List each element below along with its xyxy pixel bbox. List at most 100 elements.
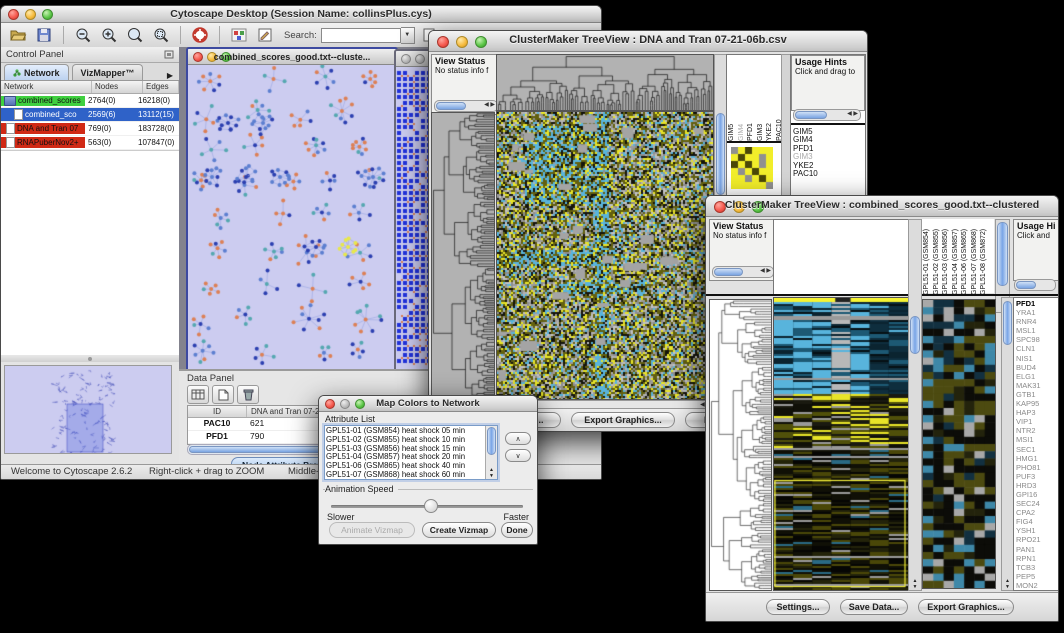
network-list-row[interactable]: combined_sco 2569(6) 13112(15) (1, 108, 179, 122)
gene-label[interactable]: HAP3 (1016, 408, 1057, 417)
zoom-heatmap-canvas[interactable] (922, 299, 996, 589)
column-header-nodes[interactable]: Nodes (92, 81, 143, 93)
view-status-scrollbar[interactable]: ◀ ▶ (712, 266, 774, 278)
search-input[interactable] (321, 28, 401, 43)
column-label[interactable]: GPL51-08 (GSM872) (979, 221, 989, 295)
heatmap-canvas[interactable] (496, 111, 714, 400)
listbox-scrollbar[interactable]: ▲▼ (485, 426, 497, 479)
gene-label[interactable]: GTB1 (1016, 390, 1057, 399)
gene-label[interactable]: PFD1 (1016, 299, 1057, 308)
network-list-row[interactable]: DNA and Tran 07 769(0) 183728(0) (1, 122, 179, 136)
network-view-window[interactable]: combined_scores_good.txt--cluste... (186, 47, 398, 373)
zoom-selected-icon[interactable] (150, 25, 172, 45)
attribute-listbox[interactable]: GPL51-01 (GSM854) heat shock 05 minGPL51… (324, 425, 498, 480)
minimize-button[interactable] (415, 54, 425, 64)
network-canvas[interactable] (188, 65, 392, 368)
column-label[interactable]: GPL51-03 (GSM856) (941, 221, 951, 295)
save-icon[interactable] (33, 25, 55, 45)
gene-label[interactable]: MSI1 (1016, 435, 1057, 444)
gene-label[interactable]: RPO21 (1016, 535, 1057, 544)
usage-hints-scrollbar[interactable]: ◀ ▶ (793, 109, 861, 121)
heatmap-vscrollbar[interactable]: ▲▼ (908, 219, 922, 591)
done-button[interactable]: Done (501, 522, 533, 538)
new-attribute-icon[interactable] (212, 385, 234, 404)
column-label[interactable]: GPL51-04 (GSM857) (951, 221, 961, 295)
column-label[interactable]: GPL51-02 (GSM855) (932, 221, 942, 295)
column-label[interactable]: GPL51-06 (GSM865) (960, 221, 970, 295)
gene-label[interactable]: FIG4 (1016, 517, 1057, 526)
gene-label[interactable]: MAK31 (1016, 381, 1057, 390)
column-header-edges[interactable]: Edges (143, 81, 179, 93)
gene-label[interactable]: PAN1 (1016, 545, 1057, 554)
gene-label[interactable]: PHO81 (1016, 463, 1057, 472)
heatmap-canvas[interactable] (773, 297, 909, 591)
column-label[interactable]: YKE2 (765, 57, 775, 141)
export-graphics-button[interactable]: Export Graphics... (571, 412, 675, 428)
export-graphics-button[interactable]: Export Graphics... (918, 599, 1014, 615)
dialog-titlebar[interactable]: Map Colors to Network (319, 396, 537, 412)
zoom-out-icon[interactable] (72, 25, 94, 45)
network-overview-canvas[interactable] (4, 365, 172, 454)
save-data-button[interactable]: Save Data... (840, 599, 908, 615)
view-status-scrollbar[interactable]: ◀ ▶ (434, 100, 498, 112)
gene-label[interactable]: TCB3 (1016, 563, 1057, 572)
column-header-network[interactable]: Network (1, 81, 92, 93)
delete-attribute-icon[interactable] (237, 385, 259, 404)
gene-label[interactable]: YSH1 (1016, 526, 1057, 535)
gene-label[interactable]: KAP95 (1016, 399, 1057, 408)
zoom-in-icon[interactable] (98, 25, 120, 45)
gene-label[interactable]: PEP5 (1016, 572, 1057, 581)
network-view-titlebar[interactable]: combined_scores_good.txt--cluste... (188, 49, 396, 65)
column-dendrogram-canvas[interactable] (496, 54, 714, 111)
row-dendrogram-canvas[interactable] (709, 299, 772, 591)
network-overview-panel[interactable] (1, 362, 179, 465)
main-titlebar[interactable]: Cytoscape Desktop (Session Name: collins… (1, 6, 601, 23)
gene-label[interactable]: GPI16 (1016, 490, 1057, 499)
slider-thumb[interactable] (424, 499, 438, 513)
row-label[interactable]: PAC10 (793, 170, 818, 178)
column-label[interactable]: GIM3 (756, 57, 766, 141)
open-icon[interactable] (7, 25, 29, 45)
tab-network[interactable]: Network (4, 64, 69, 80)
gene-label[interactable]: NIS1 (1016, 354, 1057, 363)
column-label[interactable]: PFD1 (746, 57, 756, 141)
treeview1-titlebar[interactable]: ClusterMaker TreeView : DNA and Tran 07-… (429, 31, 867, 52)
close-button[interactable] (401, 54, 411, 64)
gene-label[interactable]: HMG1 (1016, 454, 1057, 463)
column-header-id[interactable]: ID (188, 406, 247, 417)
column-label[interactable]: GIM5 (727, 57, 737, 141)
gene-label[interactable]: PUF3 (1016, 472, 1057, 481)
column-label[interactable]: GIM4 (737, 57, 747, 141)
create-vizmap-button[interactable]: Create Vizmap (422, 522, 496, 538)
treeview2-titlebar[interactable]: ClusterMaker TreeView : combined_scores_… (706, 196, 1058, 217)
gene-label[interactable]: RPN1 (1016, 554, 1057, 563)
gene-label[interactable]: HRD3 (1016, 481, 1057, 490)
attribute-item[interactable]: GPL51-07 (GSM868) heat shock 60 min (326, 471, 485, 480)
gene-label[interactable]: VIP1 (1016, 417, 1057, 426)
move-down-button[interactable]: ∨ (505, 449, 531, 462)
tab-vizmapper[interactable]: VizMapper™ (72, 64, 144, 80)
vizmapper-icon[interactable] (228, 25, 250, 45)
move-up-button[interactable]: ∧ (505, 432, 531, 445)
gene-label[interactable]: RNR4 (1016, 317, 1057, 326)
attribute-table-icon[interactable] (187, 385, 209, 404)
column-label[interactable]: GPL51-01 (GSM854) (922, 221, 932, 295)
help-lifesaver-icon[interactable] (189, 25, 211, 45)
usage-hints-scrollbar[interactable] (1014, 279, 1056, 291)
tab-overflow-arrow[interactable]: ▶ (161, 71, 179, 80)
gene-label[interactable]: ELG1 (1016, 372, 1057, 381)
panel-splitter[interactable] (1, 355, 179, 362)
gene-label[interactable]: MSL1 (1016, 326, 1057, 335)
gene-label[interactable]: CPA2 (1016, 508, 1057, 517)
network-list-row[interactable]: RNAPuberNov2+ 563(0) 107847(0) (1, 136, 179, 150)
gene-label[interactable]: MON2 (1016, 581, 1057, 590)
settings-button[interactable]: Settings... (766, 599, 830, 615)
network-list-row[interactable]: combined_scores 2764(0) 16218(0) (1, 94, 179, 108)
gene-label[interactable]: BUD4 (1016, 363, 1057, 372)
search-dropdown-arrow[interactable]: ▼ (401, 27, 415, 44)
row-dendrogram-canvas[interactable] (431, 112, 495, 400)
gene-label[interactable]: CLN1 (1016, 344, 1057, 353)
gene-label[interactable]: SEC24 (1016, 499, 1057, 508)
gene-label[interactable]: SEC1 (1016, 445, 1057, 454)
gene-label[interactable]: NTR2 (1016, 426, 1057, 435)
